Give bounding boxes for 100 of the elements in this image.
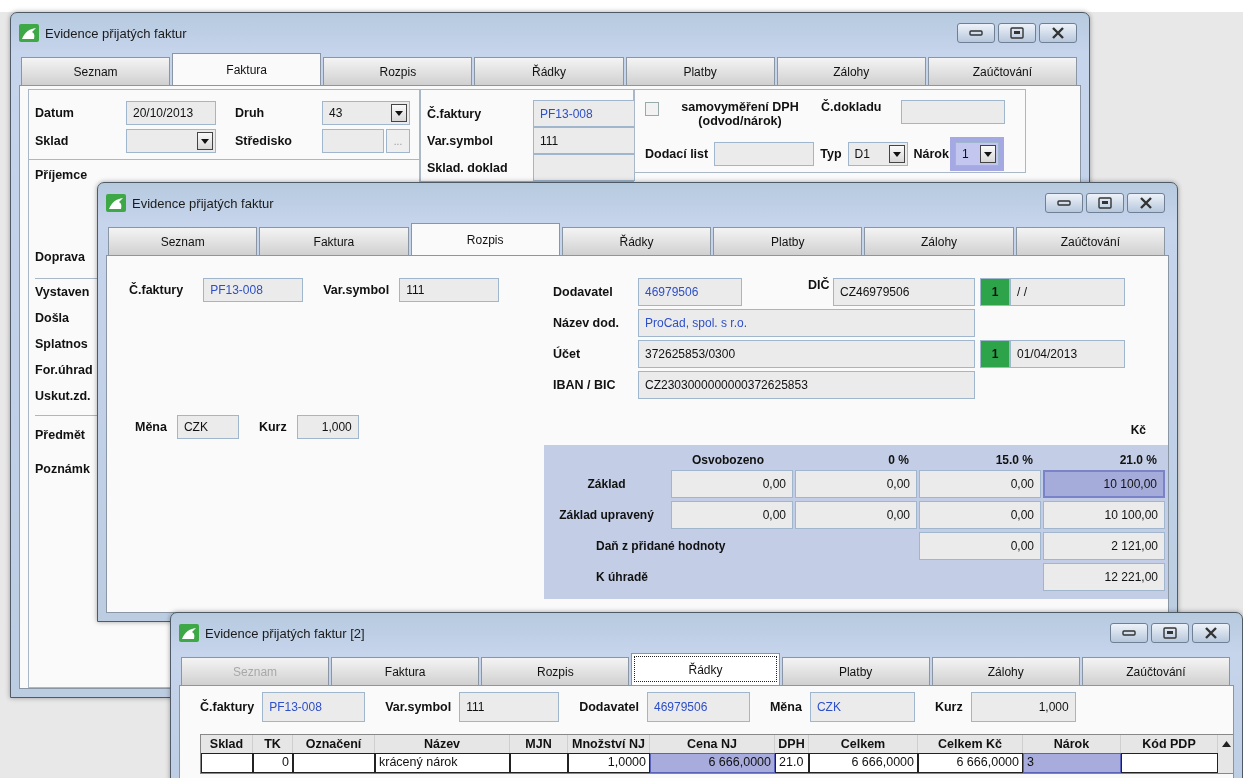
column-header: 0 % [887,453,910,467]
window-title: Evidence přijatých faktur [132,195,274,211]
amount-field[interactable]: 0,00 [919,470,1041,498]
text-field[interactable]: CZ46979506 [833,278,975,306]
text-field[interactable]: CZK [176,415,239,439]
tab[interactable]: Zaúčtování [927,57,1077,85]
amount-field[interactable]: 0,00 [919,532,1041,560]
field-label: Var.symbol [323,283,390,297]
text-field[interactable] [322,129,384,153]
dropdown[interactable]: D1 [847,142,908,166]
tab[interactable]: Zaúčtování [1015,227,1165,255]
field-label: Název dod. [553,316,620,330]
amount-field[interactable]: 0,00 [795,501,917,529]
tab[interactable]: Zálohy [931,657,1080,685]
text-field[interactable]: PF13-008 [203,278,304,302]
table-cell: 6 666,0000 [650,753,775,773]
text-field[interactable] [901,100,1006,124]
minimize-icon [969,30,983,36]
scroll-up-button[interactable] [1218,735,1233,753]
row-label: Základ [586,477,627,491]
tab[interactable]: Platby [781,657,930,685]
app-icon [106,194,126,212]
amount-field[interactable]: 12 221,00 [1043,563,1165,591]
close-button[interactable] [1127,193,1165,213]
tab[interactable]: Rozpis [323,57,473,85]
tab[interactable]: Zaúčtování [1081,657,1230,685]
amount-field[interactable]: 0,00 [919,501,1041,529]
text-field[interactable]: PF13-008 [262,692,366,722]
field-label: Doprava [35,250,86,264]
close-button[interactable] [1039,23,1077,43]
text-field[interactable]: 111 [459,692,560,722]
maximize-button[interactable] [998,23,1036,43]
field-label: Poznámk [35,462,90,476]
field-label: DIČ [808,278,831,292]
table-cell: 21.0 [775,753,809,773]
text-field[interactable]: 46979506 [638,278,742,306]
minimize-button[interactable] [1045,193,1083,213]
tab[interactable]: Faktura [172,53,322,85]
field-label: Dodací list [645,147,709,161]
tab[interactable]: Faktura [259,227,409,255]
amount-field[interactable]: 10 100,00 [1043,501,1165,529]
app-icon [179,624,199,642]
text-field[interactable]: 372625853/0300 [638,340,975,368]
field-label: Splatnos [35,337,88,351]
column-header: 21.0 % [1118,453,1158,467]
row-label: K úhradě [595,570,649,584]
table-cell: 3 [1023,753,1121,773]
text-field[interactable]: 01/04/2013 [1010,340,1125,368]
minimize-button[interactable] [1110,623,1148,643]
text-field[interactable] [714,142,815,166]
checkbox[interactable] [645,102,659,116]
amount-field[interactable]: 0,00 [795,470,917,498]
maximize-icon [1163,627,1177,639]
tab[interactable]: Platby [625,57,775,85]
text-field[interactable]: ProCad, spol. s r.o. [638,309,975,337]
column-header: Množství NJ [568,735,650,753]
tab[interactable]: Řádky [631,653,780,685]
tab[interactable]: Rozpis [410,223,560,255]
field-label: Vystaven [35,285,90,299]
window-title: Evidence přijatých faktur [45,25,187,41]
close-icon [1204,627,1218,639]
tab[interactable]: Faktura [331,657,480,685]
column-header: Celkem [809,735,918,753]
amount-field[interactable]: 2 121,00 [1043,532,1165,560]
field-label: Měna [135,420,167,434]
amount-field[interactable]: 0,00 [671,501,793,529]
close-button[interactable] [1192,623,1230,643]
tab[interactable]: Řádky [474,57,624,85]
amount-field[interactable]: 10 100,00 [1043,470,1165,498]
table-cell: 0 [253,753,293,773]
dropdown[interactable] [126,129,216,153]
field-label: Dodavatel [579,700,639,714]
text-field[interactable]: CZ2303000000000372625853 [638,371,975,399]
tab[interactable]: Seznam [108,227,258,255]
text-field[interactable]: 1,000 [296,415,359,439]
text-field[interactable]: / / [1010,278,1125,306]
text-field[interactable]: 20/10/2013 [126,101,216,125]
text-field[interactable]: PF13-008 [533,100,635,127]
status-badge: 1 [980,340,1010,368]
text-field[interactable]: CZK [809,692,915,722]
tab[interactable]: Řádky [561,227,712,255]
field-label: Nárok [913,147,949,161]
field-label: Č.faktury [129,283,184,297]
field-label: Sklad [35,134,70,148]
maximize-button[interactable] [1151,623,1189,643]
tab[interactable]: Zálohy [864,227,1014,255]
column-header: Celkem Kč [918,735,1023,753]
tab[interactable]: Platby [713,227,863,255]
dropdown[interactable]: 43 [322,101,410,125]
text-field[interactable] [533,154,635,181]
maximize-button[interactable] [1086,193,1124,213]
amount-field[interactable]: 0,00 [671,470,793,498]
text-field[interactable]: 111 [533,127,635,154]
text-field[interactable]: 46979506 [646,692,750,722]
tab[interactable]: Zálohy [776,57,926,85]
text-field[interactable]: 111 [399,278,500,302]
minimize-button[interactable] [957,23,995,43]
tab[interactable]: Rozpis [481,657,630,685]
text-field[interactable]: 1,000 [970,692,1076,722]
tab[interactable]: Seznam [21,57,171,85]
